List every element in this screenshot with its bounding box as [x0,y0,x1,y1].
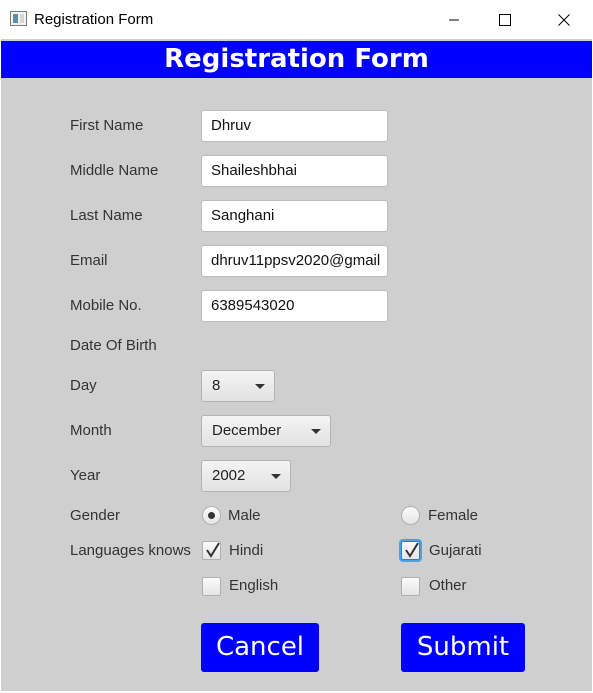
first-name-input[interactable]: Dhruv [201,110,388,142]
checkmark-icon [206,542,220,558]
gender-female-radio[interactable] [401,506,420,525]
checkmark-icon [405,542,419,558]
gender-female-label: Female [428,507,479,524]
middle-name-input[interactable]: Shaileshbhai [201,155,388,187]
date-of-birth-label: Date Of Birth [70,337,157,354]
mobile-label: Mobile No. [70,297,142,314]
languages-label: Languages knows [70,542,191,559]
language-english-label: English [229,577,279,594]
language-other-label: Other [429,577,467,594]
gender-male-label: Male [228,507,261,524]
maximize-icon [499,13,511,26]
cancel-button[interactable]: Cancel [201,623,319,672]
submit-button[interactable]: Submit [401,623,525,672]
day-select[interactable]: 8 [201,370,275,402]
language-gujarati-checkbox[interactable] [401,541,420,560]
chevron-down-icon [255,384,265,389]
language-hindi-checkbox[interactable] [202,541,221,560]
language-other-checkbox[interactable] [401,577,420,596]
month-label: Month [70,422,112,439]
language-english-checkbox[interactable] [202,577,221,596]
close-button[interactable] [541,0,587,39]
chevron-down-icon [311,429,321,434]
close-icon [558,13,570,26]
minimize-button[interactable] [431,0,477,39]
window-title: Registration Form [34,11,154,28]
window-titlebar[interactable]: Registration Form [0,0,593,39]
month-select[interactable]: December [201,415,331,447]
last-name-input[interactable]: Sanghani [201,200,388,232]
language-gujarati-label: Gujarati [429,542,482,559]
gender-male-radio[interactable] [202,506,221,525]
year-select[interactable]: 2002 [201,460,291,492]
last-name-label: Last Name [70,207,143,224]
email-label: Email [70,252,108,269]
app-window-icon [10,11,27,26]
gender-label: Gender [70,507,121,524]
chevron-down-icon [271,474,281,479]
day-select-value: 8 [212,377,221,394]
first-name-label: First Name [70,117,144,134]
form-panel: Registration Form First Name Dhruv Middl… [1,39,592,691]
email-input[interactable]: dhruv11ppsv2020@gmail [201,245,388,277]
mobile-input[interactable]: 6389543020 [201,290,388,322]
middle-name-label: Middle Name [70,162,159,179]
maximize-button[interactable] [482,0,528,39]
form-heading: Registration Form [1,41,592,78]
month-select-value: December [212,422,282,439]
year-label: Year [70,467,101,484]
language-hindi-label: Hindi [229,542,264,559]
minimize-icon [449,19,459,20]
day-label: Day [70,377,97,394]
year-select-value: 2002 [212,467,246,484]
